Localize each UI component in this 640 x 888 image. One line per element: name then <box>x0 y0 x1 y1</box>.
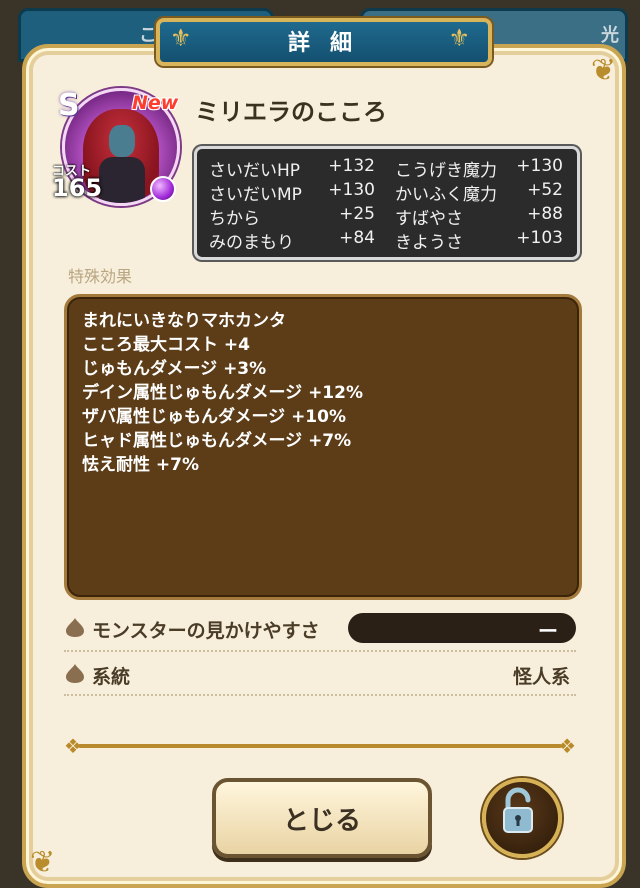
stat-name: かいふく魔力 <box>395 185 497 205</box>
background-tab-right-label: 光 <box>601 25 619 46</box>
stat-name: きようさ <box>395 233 463 253</box>
stat-name: ちから <box>209 209 260 229</box>
special-effects-label: 特殊効果 <box>68 267 133 286</box>
visibility-value-pill: ー <box>348 613 576 643</box>
visibility-value: ー <box>538 619 558 643</box>
stat-value: +84 <box>339 228 375 248</box>
divider-end-ornament-icon: ❖ <box>64 734 82 758</box>
unlocked-padlock-icon <box>503 787 533 833</box>
visibility-label: モンスターの見かけやすさ <box>92 620 320 642</box>
corner-ornament-icon: ❦ <box>30 845 56 880</box>
new-badge: New <box>132 92 179 114</box>
stat-value: +52 <box>527 180 563 200</box>
list-item: じゅもんダメージ +3% <box>82 359 267 379</box>
divider-bar <box>78 744 562 748</box>
special-effects-list: まれにいきなりマホカンタ こころ最大コスト +4 じゅもんダメージ +3% デイ… <box>67 297 579 475</box>
stat-row: こうげき魔力 +130 <box>395 156 563 181</box>
rank-badge: S <box>58 88 80 123</box>
portrait-face <box>109 125 135 157</box>
stat-row: ちから +25 <box>209 204 375 229</box>
stat-value: +25 <box>339 204 375 224</box>
stat-value: +130 <box>328 180 375 200</box>
corner-ornament-icon: ❦ <box>590 53 616 88</box>
stat-row: さいだいHP +132 <box>209 156 375 181</box>
list-item: ヒャド属性じゅもんダメージ +7% <box>82 431 352 451</box>
stat-value: +132 <box>328 156 375 176</box>
close-button-label: とじる <box>282 806 361 836</box>
item-name: ミリエラのこころ <box>195 98 387 126</box>
dialog-header: ⚜ ⚜ 詳細 <box>136 14 504 66</box>
stat-value: +130 <box>516 156 563 176</box>
slime-drop-icon <box>66 618 84 637</box>
ornamental-divider: ❖ ❖ <box>64 734 576 758</box>
stat-name: こうげき魔力 <box>395 161 497 181</box>
stat-row: すばやさ +88 <box>395 204 563 229</box>
close-button[interactable]: とじる <box>212 778 432 858</box>
family-value: 怪人系 <box>512 666 570 688</box>
portrait-dress <box>99 157 145 203</box>
stat-value: +88 <box>527 204 563 224</box>
slime-drop-icon <box>66 664 84 683</box>
stats-panel: さいだいHP +132 こうげき魔力 +130 さいだいMP +130 かいふく… <box>194 146 580 260</box>
divider-dotted <box>64 650 576 652</box>
special-effects-box: まれにいきなりマホカンタ こころ最大コスト +4 じゅもんダメージ +3% デイ… <box>64 294 582 600</box>
stat-name: すばやさ <box>395 209 463 229</box>
stat-name: さいだいMP <box>209 185 302 205</box>
stat-row: かいふく魔力 +52 <box>395 180 563 205</box>
list-item: ザバ属性じゅもんダメージ +10% <box>82 407 347 427</box>
stat-name: さいだいHP <box>209 161 301 181</box>
lock-button[interactable] <box>482 778 562 858</box>
stat-row: きようさ +103 <box>395 228 563 253</box>
list-item: 怯え耐性 +7% <box>82 455 200 475</box>
list-item: デイン属性じゅもんダメージ +12% <box>82 383 364 403</box>
family-label: 系統 <box>92 666 131 688</box>
stat-row: みのまもり +84 <box>209 228 375 253</box>
stat-name: みのまもり <box>209 233 294 253</box>
stat-value: +103 <box>516 228 563 248</box>
list-item: こころ最大コスト +4 <box>82 335 250 355</box>
stat-row: さいだいMP +130 <box>209 180 375 205</box>
dialog-title: 詳細 <box>287 31 372 56</box>
purple-orb-icon <box>150 176 176 202</box>
divider-end-ornament-icon: ❖ <box>558 734 576 758</box>
list-item: まれにいきなりマホカンタ <box>82 311 286 331</box>
cost-value: 165 <box>52 174 103 202</box>
divider-dotted <box>64 694 576 696</box>
